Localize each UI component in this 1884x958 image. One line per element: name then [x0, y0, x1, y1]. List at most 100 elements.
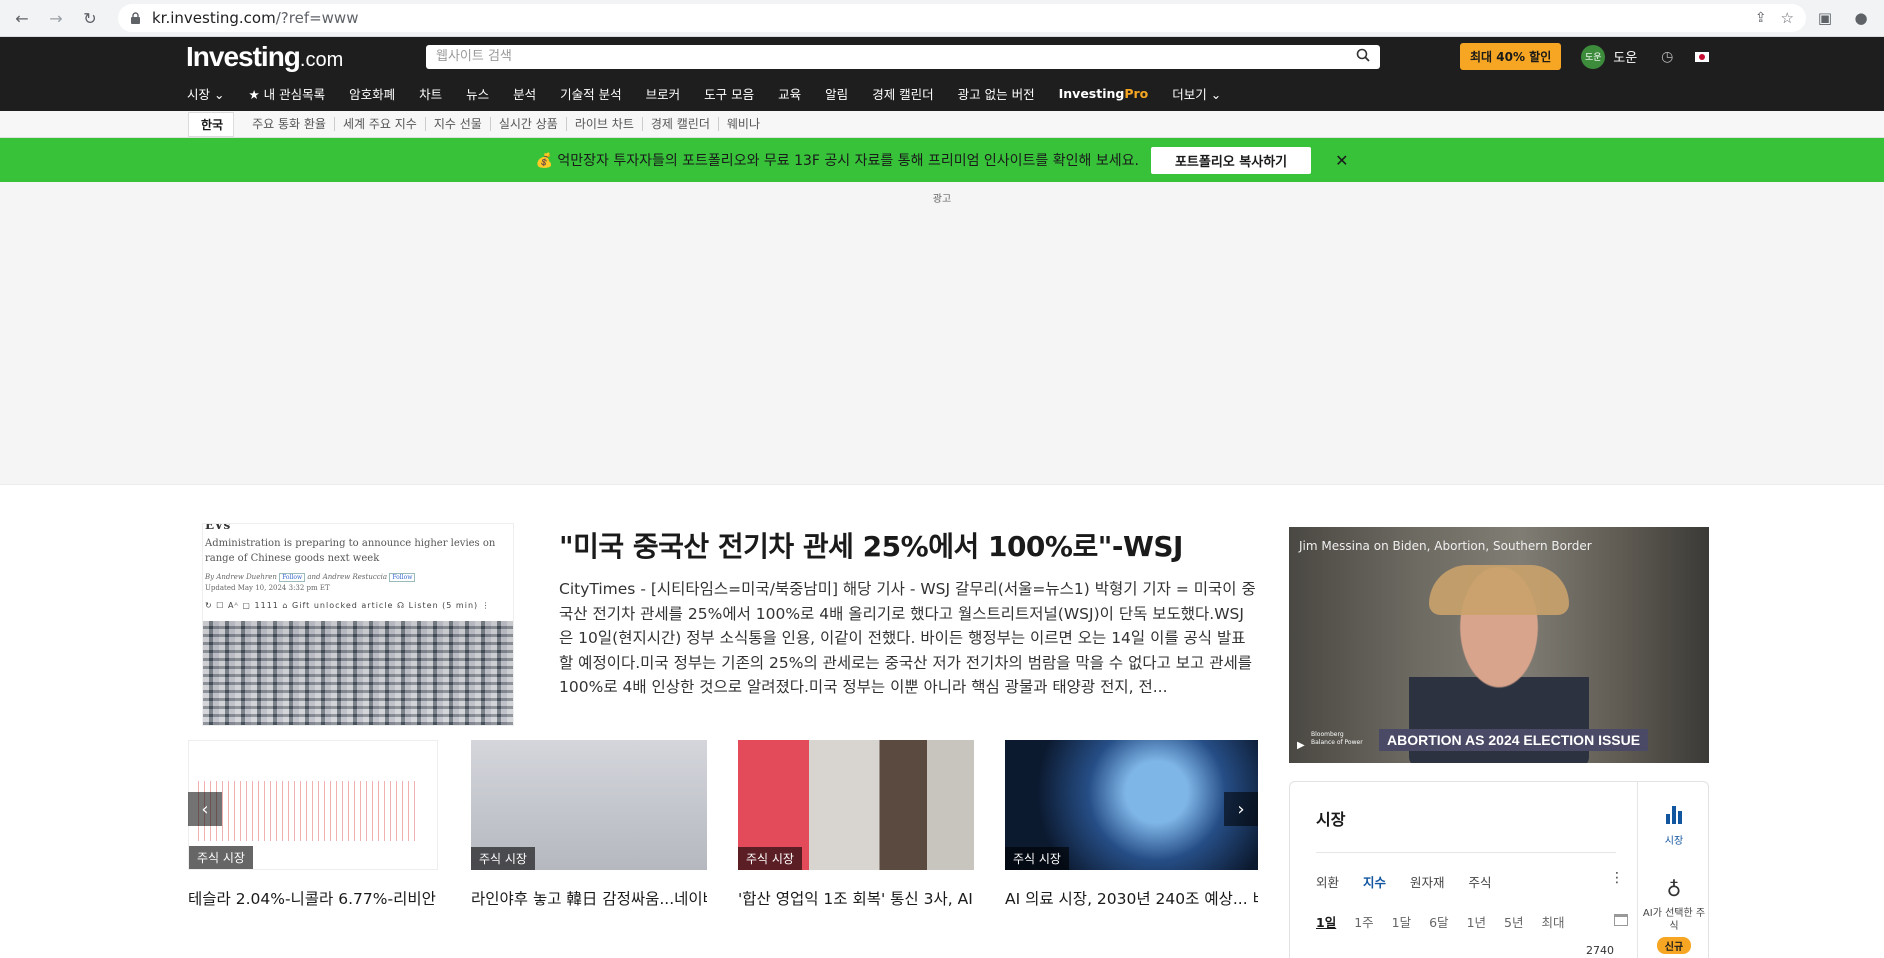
range-5y[interactable]: 5년 [1504, 912, 1523, 931]
user-menu[interactable]: 도운 도운 [1581, 44, 1638, 69]
bar-chart-icon[interactable] [1666, 804, 1682, 824]
sidebar-icon[interactable]: ▣ [1814, 7, 1836, 29]
region-crumb[interactable]: 한국 [188, 111, 235, 137]
news-card-thumbnail: 주식 시장 [471, 740, 707, 870]
nav-more[interactable]: 더보기 ⌄ [1172, 84, 1221, 103]
tab-indices[interactable]: 지수 [1363, 872, 1386, 891]
range-1m[interactable]: 1달 [1392, 912, 1411, 931]
close-icon[interactable]: ✕ [1335, 151, 1348, 170]
news-card-title[interactable]: AI 의료 시장, 2030년 240조 예상... 비만 치료제보다 10배로… [1005, 888, 1258, 932]
nav-investing-pro[interactable]: InvestingPro [1059, 86, 1149, 101]
new-badge: 신규 [1656, 937, 1692, 954]
banner-text: 💰 억만장자 투자자들의 포트폴리오와 무료 13F 공시 자료를 통해 프리미… [535, 153, 1139, 169]
url-host: kr.investing.com [152, 9, 276, 27]
lead-image-heading: EVs [205, 523, 231, 532]
nav-charts[interactable]: 차트 [419, 84, 442, 103]
range-1y[interactable]: 1년 [1467, 912, 1486, 931]
nav-news[interactable]: 뉴스 [466, 84, 489, 103]
promo-button[interactable]: 최대 40% 할인 [1460, 43, 1562, 70]
lead-article-summary: CityTimes - [시티타임스=미국/북중남미] 해당 기사 - WSJ … [559, 580, 1256, 696]
main-content: EVs Administration is preparing to annou… [0, 485, 1884, 958]
video-player[interactable]: Jim Messina on Biden, Abortion, Southern… [1289, 527, 1709, 763]
site-search[interactable] [426, 44, 1380, 69]
expand-chart-icon[interactable] [1614, 914, 1628, 926]
market-title: 시장 [1316, 810, 1346, 829]
news-card-title[interactable]: 테슬라 2.04%-니콜라 6.77%-리비안 2.25%, 전기차 일제↓ [188, 888, 438, 932]
share-icon[interactable]: ⇪ [1755, 10, 1767, 26]
clock-icon[interactable]: ◷ [1661, 49, 1673, 65]
ai-picks-label[interactable]: AI가 선택한 주식 [1641, 907, 1707, 933]
divider [1316, 852, 1616, 853]
reload-icon[interactable]: ↻ [76, 4, 104, 32]
search-icon[interactable] [1356, 47, 1370, 66]
back-icon[interactable]: ← [8, 4, 36, 32]
chevron-right-icon[interactable]: › [1224, 792, 1258, 826]
address-bar[interactable]: kr.investing.com/?ref=www ⇪ ☆ [118, 4, 1806, 32]
user-name: 도운 [1613, 51, 1638, 66]
news-card[interactable]: 주식 시장 AI 의료 시장, 2030년 240조 예상... 비만 치료제보… [1005, 740, 1258, 908]
category-tag: 주식 시장 [1005, 847, 1069, 870]
tab-stocks[interactable]: 주식 [1469, 872, 1492, 891]
lock-icon [130, 11, 142, 25]
promo-banner: 💰 억만장자 투자자들의 포트폴리오와 무료 13F 공시 자료를 통해 프리미… [0, 138, 1884, 182]
market-side-panel: 시장 ♁ AI가 선택한 주식 신규 [1637, 782, 1708, 958]
subnav-indices[interactable]: 세계 주요 지수 [335, 117, 426, 131]
more-options-icon[interactable]: ⋮ [1610, 870, 1624, 886]
sub-nav: 한국 주요 통화 환율 세계 주요 지수 지수 선물 실시간 상품 라이브 차트… [0, 111, 1884, 138]
korea-flag-icon[interactable] [1695, 51, 1710, 62]
nav-alerts[interactable]: 알림 [825, 84, 848, 103]
tab-commodities[interactable]: 원자재 [1410, 872, 1445, 891]
news-card-title[interactable]: 라인야후 놓고 韓日 감정싸움...네이버 "웹툰 고객 떨어질라" 노심초사 [471, 888, 707, 932]
nav-crypto[interactable]: 암호화폐 [349, 84, 395, 103]
category-tag: 주식 시장 [189, 846, 253, 869]
lightbulb-icon[interactable]: ♁ [1667, 877, 1682, 901]
news-card[interactable]: 주식 시장 테슬라 2.04%-니콜라 6.77%-리비안 2.25%, 전기차… [188, 740, 438, 908]
chevron-left-icon[interactable]: ‹ [188, 792, 222, 826]
ad-label: 광고 [932, 194, 952, 205]
news-card-title[interactable]: '합산 영업익 1조 회복' 통신 3사, AI 전환 가속화...실적 개선 … [738, 888, 974, 932]
range-max[interactable]: 최대 [1541, 912, 1564, 931]
search-input[interactable] [436, 49, 1356, 64]
play-icon[interactable]: ▶ [1297, 740, 1305, 751]
subnav-webinar[interactable]: 웨비나 [719, 117, 768, 131]
lead-image-subtitle: Administration is preparing to announce … [205, 538, 496, 564]
site-logo[interactable]: Investing.com [186, 41, 426, 73]
nav-markets[interactable]: 시장 ⌄ [187, 84, 224, 103]
range-1w[interactable]: 1주 [1354, 912, 1373, 931]
subnav-live-charts[interactable]: 라이브 차트 [567, 117, 643, 131]
lead-image-toolbar: ↻ ☐ Aᴬ ▢ 1111 ⌂ Gift unlocked article ☊ … [205, 601, 491, 610]
nav-brokers[interactable]: 브로커 [646, 84, 681, 103]
subnav-commodities[interactable]: 실시간 상품 [491, 117, 567, 131]
video-lower-third: ABORTION AS 2024 ELECTION ISSUE [1379, 729, 1649, 751]
bookmark-star-icon[interactable]: ☆ [1781, 9, 1794, 27]
subnav-futures[interactable]: 지수 선물 [426, 117, 491, 131]
forward-icon[interactable]: → [42, 4, 70, 32]
news-card[interactable]: 주식 시장 라인야후 놓고 韓日 감정싸움...네이버 "웹툰 고객 떨어질라"… [471, 740, 707, 908]
news-card[interactable]: 주식 시장 '합산 영업익 1조 회복' 통신 3사, AI 전환 가속화...… [738, 740, 974, 908]
range-6m[interactable]: 6달 [1429, 912, 1448, 931]
time-range-selector: 1일 1주 1달 6달 1년 5년 최대 [1316, 912, 1564, 931]
category-tag: 주식 시장 [738, 847, 802, 870]
subnav-fx[interactable]: 주요 통화 환율 [244, 117, 335, 131]
nav-watchlist[interactable]: ★ 내 관심목록 [248, 84, 325, 103]
profile-icon[interactable]: ● [1850, 7, 1872, 29]
copy-portfolio-button[interactable]: 포트폴리오 복사하기 [1150, 146, 1312, 174]
nav-education[interactable]: 교육 [778, 84, 801, 103]
axis-value: 2740 [1586, 944, 1614, 957]
nav-analysis[interactable]: 분석 [513, 84, 536, 103]
video-title: Jim Messina on Biden, Abortion, Southern… [1299, 539, 1592, 553]
lead-article-image[interactable]: EVs Administration is preparing to annou… [202, 523, 514, 726]
nav-tools[interactable]: 도구 모음 [704, 84, 754, 103]
avatar: 도운 [1581, 44, 1606, 69]
tab-fx[interactable]: 외환 [1316, 872, 1339, 891]
subnav-calendar[interactable]: 경제 캘린더 [643, 117, 719, 131]
range-1d[interactable]: 1일 [1316, 912, 1336, 931]
news-card-thumbnail: 주식 시장 [1005, 740, 1258, 870]
nav-adfree[interactable]: 광고 없는 버전 [958, 84, 1035, 103]
ad-slot: 광고 [0, 182, 1884, 485]
nav-calendar[interactable]: 경제 캘린더 [872, 84, 933, 103]
news-carousel: ‹ › 주식 시장 테슬라 2.04%-니콜라 6.77%-리비안 2.25%,… [188, 740, 1258, 908]
side-market-label[interactable]: 시장 [1665, 832, 1683, 847]
lead-article-title[interactable]: "미국 중국산 전기차 관세 25%에서 100%로"-WSJ [559, 525, 1183, 565]
nav-technical[interactable]: 기술적 분석 [560, 84, 621, 103]
